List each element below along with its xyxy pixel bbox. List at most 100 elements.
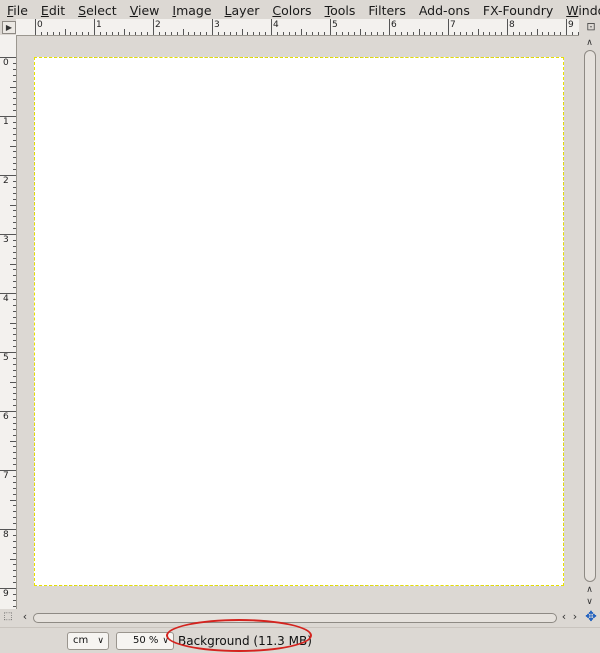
menu-item-edit[interactable]: Edit xyxy=(34,0,71,19)
image-menu-button[interactable]: ▶ xyxy=(2,21,16,34)
layer-boundary xyxy=(34,57,564,586)
ruler-minor-tick xyxy=(13,399,16,400)
menu-item-layer[interactable]: Layer xyxy=(218,0,266,19)
canvas-area[interactable] xyxy=(17,36,579,609)
scroll-left-icon[interactable]: ‹ xyxy=(19,611,31,623)
ruler-minor-tick xyxy=(206,32,207,35)
ruler-minor-tick xyxy=(242,29,243,35)
horizontal-scrollbar[interactable]: ‹ ‹ › xyxy=(17,610,579,626)
ruler-minor-tick xyxy=(13,446,16,447)
navigate-cross-icon[interactable]: ✥ xyxy=(584,610,598,624)
ruler-minor-tick xyxy=(10,205,16,206)
quickmask-icon[interactable]: ⬚ xyxy=(2,611,14,623)
menu-label: iew xyxy=(138,3,160,18)
menu-item-colors[interactable]: Colors xyxy=(265,0,317,19)
menu-item-tools[interactable]: Tools xyxy=(318,0,362,19)
ruler-minor-tick xyxy=(13,582,16,583)
scroll-right-icon[interactable]: › xyxy=(569,611,581,623)
ruler-label: 5 xyxy=(3,353,9,363)
menu-item-file[interactable]: File xyxy=(0,0,34,19)
ruler-label: 1 xyxy=(96,20,102,30)
ruler-minor-tick xyxy=(106,32,107,35)
ruler-minor-tick xyxy=(13,222,16,223)
zoom-icon[interactable]: ⊡ xyxy=(584,20,598,34)
ruler-minor-tick xyxy=(436,32,437,35)
ruler-minor-tick xyxy=(513,32,514,35)
ruler-minor-tick xyxy=(365,32,366,35)
ruler-minor-tick xyxy=(224,32,225,35)
menu-item-select[interactable]: Select xyxy=(71,0,123,19)
ruler-major-tick xyxy=(153,19,154,35)
ruler-minor-tick xyxy=(13,281,16,282)
ruler-minor-tick xyxy=(129,32,130,35)
ruler-minor-tick xyxy=(159,32,160,35)
ruler-minor-tick xyxy=(253,32,254,35)
ruler-minor-tick xyxy=(407,32,408,35)
ruler-minor-tick xyxy=(442,32,443,35)
ruler-minor-tick xyxy=(188,32,189,35)
menu-item-view[interactable]: View xyxy=(123,0,166,19)
ruler-minor-tick xyxy=(13,110,16,111)
ruler-minor-tick xyxy=(13,157,16,158)
unit-select[interactable]: cm ∨ xyxy=(67,632,109,650)
ruler-minor-tick xyxy=(13,358,16,359)
ruler-minor-tick xyxy=(13,287,16,288)
ruler-major-tick xyxy=(271,19,272,35)
ruler-minor-tick xyxy=(118,32,119,35)
ruler-minor-tick xyxy=(13,340,16,341)
ruler-minor-tick xyxy=(13,98,16,99)
ruler-minor-tick xyxy=(13,252,16,253)
ruler-minor-tick xyxy=(13,511,16,512)
ruler-minor-tick xyxy=(236,32,237,35)
ruler-minor-tick xyxy=(13,346,16,347)
ruler-minor-tick xyxy=(401,32,402,35)
ruler-minor-tick xyxy=(13,92,16,93)
menu-item-add-ons[interactable]: Add-ons xyxy=(412,0,476,19)
menu-item-fx-foundry[interactable]: FX-Foundry xyxy=(476,0,559,19)
ruler-label: 2 xyxy=(3,176,9,186)
ruler-label: 7 xyxy=(450,20,456,30)
vertical-scroll-thumb[interactable] xyxy=(584,50,596,582)
ruler-minor-tick xyxy=(59,32,60,35)
ruler-label: 4 xyxy=(3,294,9,304)
ruler-minor-tick xyxy=(230,32,231,35)
menu-label: dit xyxy=(48,3,66,18)
ruler-minor-tick xyxy=(554,32,555,35)
ruler-minor-tick xyxy=(13,535,16,536)
menu-item-windows[interactable]: Windows xyxy=(559,0,600,19)
scroll-up-icon[interactable]: ∧ xyxy=(583,584,596,596)
ruler-minor-tick xyxy=(259,32,260,35)
ruler-minor-tick xyxy=(13,517,16,518)
ruler-minor-tick xyxy=(289,32,290,35)
ruler-minor-tick xyxy=(13,75,16,76)
ruler-minor-tick xyxy=(13,423,16,424)
menu-item-image[interactable]: Image xyxy=(165,0,217,19)
menu-mnemonic: C xyxy=(272,3,282,18)
ruler-minor-tick xyxy=(336,32,337,35)
ruler-minor-tick xyxy=(301,29,302,35)
ruler-minor-tick xyxy=(13,364,16,365)
ruler-minor-tick xyxy=(13,405,16,406)
menu-mnemonic: W xyxy=(566,3,579,18)
horizontal-scroll-thumb[interactable] xyxy=(33,613,557,623)
ruler-minor-tick xyxy=(537,29,538,35)
ruler-minor-tick xyxy=(13,505,16,506)
vertical-scrollbar[interactable]: ∧ ∧ ∨ xyxy=(581,36,598,609)
ruler-minor-tick xyxy=(354,32,355,35)
ruler-minor-tick xyxy=(430,32,431,35)
ruler-minor-tick xyxy=(478,29,479,35)
scroll-down-icon[interactable]: ∨ xyxy=(583,596,596,608)
scroll-up-icon[interactable]: ∧ xyxy=(583,37,596,49)
ruler-minor-tick xyxy=(13,187,16,188)
menu-item-filters[interactable]: Filters xyxy=(361,0,411,19)
ruler-minor-tick xyxy=(177,32,178,35)
ruler-minor-tick xyxy=(419,29,420,35)
ruler-minor-tick xyxy=(53,32,54,35)
ruler-minor-tick xyxy=(41,32,42,35)
ruler-minor-tick xyxy=(413,32,414,35)
menu-mnemonic: V xyxy=(129,3,138,18)
ruler-major-tick xyxy=(389,19,390,35)
ruler-minor-tick xyxy=(348,32,349,35)
menu-label: elect xyxy=(86,3,117,18)
ruler-minor-tick xyxy=(312,32,313,35)
